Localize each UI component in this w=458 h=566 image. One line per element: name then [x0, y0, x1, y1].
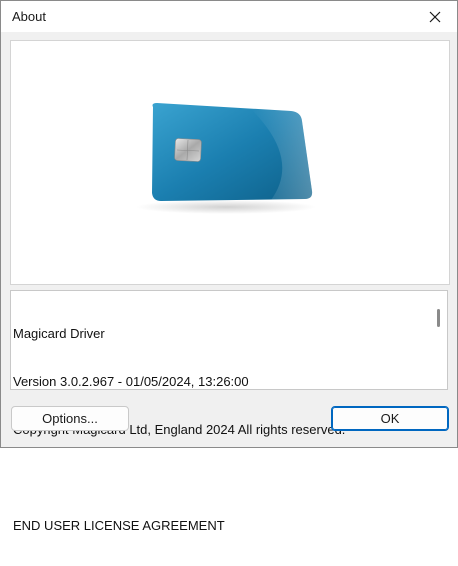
product-logo-panel: [10, 40, 450, 285]
close-button[interactable]: [413, 1, 457, 32]
ok-button[interactable]: OK: [331, 406, 449, 431]
product-name: Magicard Driver: [13, 326, 105, 341]
about-dialog: About Magicard Driver Version 3.0.2.967 …: [0, 0, 458, 533]
scrollbar-thumb[interactable]: [437, 309, 440, 327]
id-card-icon: [136, 103, 316, 214]
version-info: Version 3.0.2.967 - 01/05/2024, 13:26:00: [13, 374, 249, 389]
title-bar: About: [1, 1, 457, 32]
options-button[interactable]: Options...: [11, 406, 129, 431]
eula-heading: END USER LICENSE AGREEMENT: [13, 518, 225, 533]
close-icon: [429, 11, 441, 22]
license-text-box[interactable]: Magicard Driver Version 3.0.2.967 - 01/0…: [10, 290, 448, 533]
vertical-scrollbar[interactable]: [431, 291, 447, 389]
window-title: About: [12, 9, 46, 24]
